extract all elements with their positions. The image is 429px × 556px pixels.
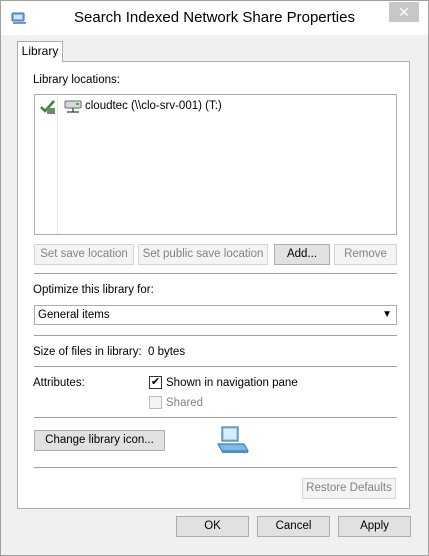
properties-dialog: Search Indexed Network Share Properties … <box>0 0 429 556</box>
separator <box>34 335 397 336</box>
separator <box>34 417 397 418</box>
network-drive-icon <box>64 99 82 118</box>
tab-library[interactable]: Library <box>17 41 63 62</box>
chevron-down-icon: ▼ <box>382 309 392 320</box>
title-bar: Search Indexed Network Share Properties … <box>1 1 428 35</box>
checkmark-icon: ✔ <box>150 376 161 388</box>
close-icon: ✕ <box>398 4 410 20</box>
green-check-save-location-icon <box>39 99 57 118</box>
library-tab-panel: Library locations: cloudtec (\\clo-srv-0… <box>17 61 410 509</box>
shown-in-navigation-checkbox[interactable]: ✔ <box>149 376 162 389</box>
optimize-selected-value: General items <box>38 309 110 321</box>
shared-label: Shared <box>166 397 204 409</box>
separator <box>34 467 397 468</box>
cancel-button[interactable]: Cancel <box>257 516 330 537</box>
remove-location-button[interactable]: Remove <box>334 244 397 265</box>
list-item[interactable]: cloudtec (\\clo-srv-001) (T:) <box>38 98 338 116</box>
set-save-location-button[interactable]: Set save location <box>34 244 134 265</box>
optimize-label: Optimize this library for: <box>33 284 154 296</box>
library-computer-icon <box>214 424 250 459</box>
library-locations-list[interactable]: cloudtec (\\clo-srv-001) (T:) <box>34 94 397 235</box>
restore-defaults-button[interactable]: Restore Defaults <box>302 478 396 499</box>
change-library-icon-button[interactable]: Change library icon... <box>34 430 165 451</box>
optimize-dropdown[interactable]: General items ▼ <box>34 305 397 325</box>
location-path: cloudtec (\\clo-srv-001) (T:) <box>85 100 222 112</box>
size-value: 0 bytes <box>148 346 186 358</box>
window-title: Search Indexed Network Share Properties <box>74 9 355 26</box>
size-label: Size of files in library: <box>33 346 142 358</box>
ok-button[interactable]: OK <box>176 516 249 537</box>
separator <box>34 273 397 274</box>
shown-in-navigation-label[interactable]: Shown in navigation pane <box>166 377 298 389</box>
set-public-save-location-button[interactable]: Set public save location <box>138 244 268 265</box>
library-locations-label: Library locations: <box>33 74 120 86</box>
close-button[interactable]: ✕ <box>389 2 419 22</box>
separator <box>34 366 397 367</box>
attributes-label: Attributes: <box>33 377 85 389</box>
shared-checkbox[interactable] <box>149 396 162 409</box>
add-location-button[interactable]: Add... <box>274 244 330 265</box>
apply-button[interactable]: Apply <box>338 516 411 537</box>
